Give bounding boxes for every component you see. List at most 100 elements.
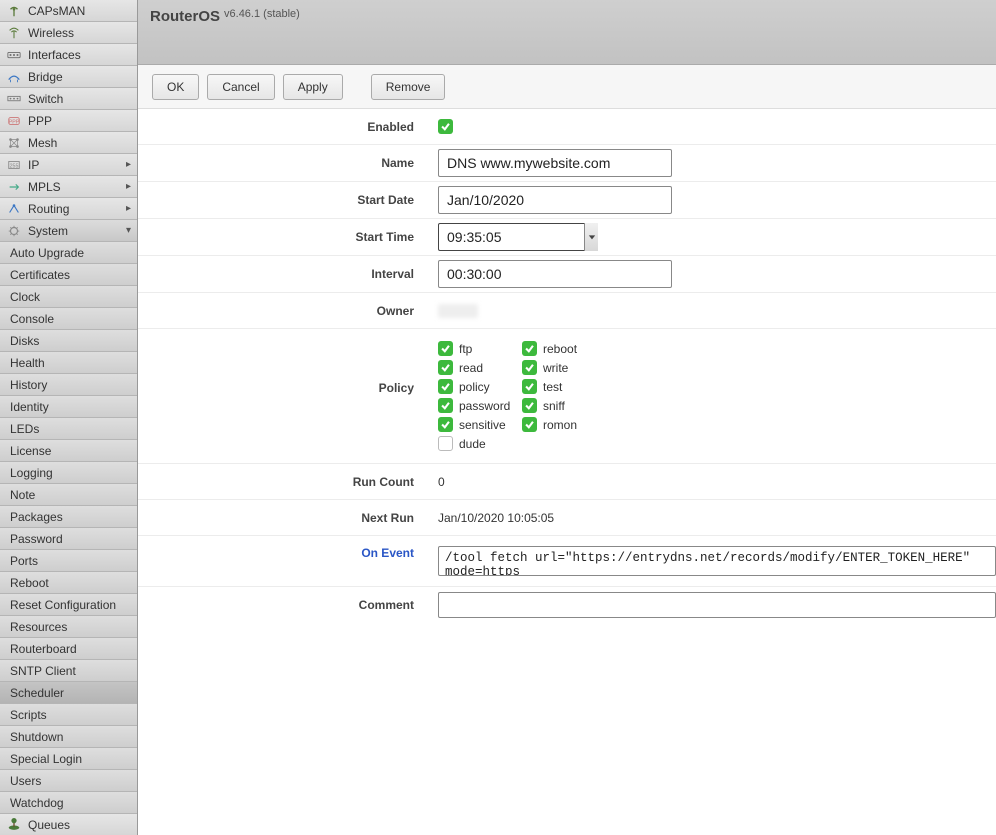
policy-read[interactable]: read <box>438 360 518 375</box>
policy-write-checkbox[interactable] <box>522 360 537 375</box>
ip-icon: 255 <box>6 157 22 173</box>
interfaces-icon <box>6 47 22 63</box>
nav-sub-watchdog[interactable]: Watchdog <box>0 792 137 814</box>
nav-sub-history[interactable]: History <box>0 374 137 396</box>
apply-button[interactable]: Apply <box>283 74 343 100</box>
antenna-icon <box>6 3 22 19</box>
label-run-count: Run Count <box>138 475 438 489</box>
label-on-event[interactable]: On Event <box>138 546 438 560</box>
policy-dude-checkbox[interactable] <box>438 436 453 451</box>
policy-policy[interactable]: policy <box>438 379 518 394</box>
nav-mesh[interactable]: Mesh <box>0 132 137 154</box>
start-time-dropdown-button[interactable] <box>584 223 598 251</box>
nav-wireless[interactable]: Wireless <box>0 22 137 44</box>
policy-sniff-checkbox[interactable] <box>522 398 537 413</box>
nav-queues[interactable]: Queues <box>0 814 137 835</box>
policy-password[interactable]: password <box>438 398 518 413</box>
policy-dude[interactable]: dude <box>438 436 518 451</box>
expand-icon: ▸ <box>119 181 131 192</box>
product-version: v6.46.1 (stable) <box>224 8 300 20</box>
nav-label: Wireless <box>28 26 131 40</box>
nav-sub-logging[interactable]: Logging <box>0 462 137 484</box>
nav-sub-license[interactable]: License <box>0 440 137 462</box>
nav-mpls[interactable]: MPLS▸ <box>0 176 137 198</box>
nav-bridge[interactable]: Bridge <box>0 66 137 88</box>
nav-sub-certificates[interactable]: Certificates <box>0 264 137 286</box>
on-event-textarea[interactable] <box>438 546 996 576</box>
policy-ftp-checkbox[interactable] <box>438 341 453 356</box>
nav-label: Switch <box>28 92 131 106</box>
policy-sensitive-checkbox[interactable] <box>438 417 453 432</box>
policy-reboot-label: reboot <box>543 342 577 356</box>
nav-ppp[interactable]: PPPPPP <box>0 110 137 132</box>
row-next-run: Next Run Jan/10/2020 10:05:05 <box>138 500 996 536</box>
nav-switch[interactable]: Switch <box>0 88 137 110</box>
policy-romon[interactable]: romon <box>522 417 602 432</box>
policy-policy-checkbox[interactable] <box>438 379 453 394</box>
nav-sub-scheduler[interactable]: Scheduler <box>0 682 137 704</box>
policy-ftp-label: ftp <box>459 342 472 356</box>
comment-input[interactable] <box>438 592 996 618</box>
label-name: Name <box>138 156 438 170</box>
policy-reboot[interactable]: reboot <box>522 341 602 356</box>
nav-sub-reset-configuration[interactable]: Reset Configuration <box>0 594 137 616</box>
nav-sub-clock[interactable]: Clock <box>0 286 137 308</box>
nav-sub-identity[interactable]: Identity <box>0 396 137 418</box>
nav-routing[interactable]: Routing▸ <box>0 198 137 220</box>
name-input[interactable] <box>438 149 672 177</box>
row-enabled: Enabled <box>138 109 996 145</box>
row-policy: Policy ftprebootreadwritepolicytestpassw… <box>138 329 996 464</box>
nav-interfaces[interactable]: Interfaces <box>0 44 137 66</box>
nav-sub-health[interactable]: Health <box>0 352 137 374</box>
nav-sub-console[interactable]: Console <box>0 308 137 330</box>
policy-romon-checkbox[interactable] <box>522 417 537 432</box>
nav-sub-sntp-client[interactable]: SNTP Client <box>0 660 137 682</box>
nav-label: PPP <box>28 114 131 128</box>
cancel-button[interactable]: Cancel <box>207 74 274 100</box>
nav-sub-note[interactable]: Note <box>0 484 137 506</box>
nav-sub-disks[interactable]: Disks <box>0 330 137 352</box>
nav-ip[interactable]: 255IP▸ <box>0 154 137 176</box>
row-start-date: Start Date <box>138 182 996 219</box>
policy-write[interactable]: write <box>522 360 602 375</box>
row-name: Name <box>138 145 996 182</box>
antenna2-icon <box>6 25 22 41</box>
remove-button[interactable]: Remove <box>371 74 446 100</box>
nav-system[interactable]: System▾ <box>0 220 137 242</box>
nav-sub-password[interactable]: Password <box>0 528 137 550</box>
expand-icon: ▾ <box>119 225 131 236</box>
policy-ftp[interactable]: ftp <box>438 341 518 356</box>
check-icon <box>440 381 451 392</box>
nav-capsman[interactable]: CAPsMAN <box>0 0 137 22</box>
svg-text:255: 255 <box>10 163 19 169</box>
nav-sub-scripts[interactable]: Scripts <box>0 704 137 726</box>
policy-sensitive[interactable]: sensitive <box>438 417 518 432</box>
policy-test[interactable]: test <box>522 379 602 394</box>
nav-sub-users[interactable]: Users <box>0 770 137 792</box>
label-start-time: Start Time <box>138 230 438 244</box>
interval-input[interactable] <box>438 260 672 288</box>
run-count-value: 0 <box>438 475 445 489</box>
nav-sub-leds[interactable]: LEDs <box>0 418 137 440</box>
nav-sub-routerboard[interactable]: Routerboard <box>0 638 137 660</box>
nav-sub-auto-upgrade[interactable]: Auto Upgrade <box>0 242 137 264</box>
nav-sub-shutdown[interactable]: Shutdown <box>0 726 137 748</box>
nav-sub-special-login[interactable]: Special Login <box>0 748 137 770</box>
start-time-input[interactable] <box>438 223 598 251</box>
policy-policy-label: policy <box>459 380 490 394</box>
ok-button[interactable]: OK <box>152 74 199 100</box>
nav-sub-resources[interactable]: Resources <box>0 616 137 638</box>
policy-read-checkbox[interactable] <box>438 360 453 375</box>
policy-test-checkbox[interactable] <box>522 379 537 394</box>
start-date-input[interactable] <box>438 186 672 214</box>
start-time-combo[interactable] <box>438 223 598 251</box>
expand-icon: ▸ <box>119 203 131 214</box>
nav-sub-packages[interactable]: Packages <box>0 506 137 528</box>
nav-sub-reboot[interactable]: Reboot <box>0 572 137 594</box>
enabled-checkbox[interactable] <box>438 119 453 134</box>
policy-reboot-checkbox[interactable] <box>522 341 537 356</box>
policy-password-checkbox[interactable] <box>438 398 453 413</box>
form: Enabled Name Start Date Start Time <box>138 109 996 835</box>
policy-sniff[interactable]: sniff <box>522 398 602 413</box>
nav-sub-ports[interactable]: Ports <box>0 550 137 572</box>
